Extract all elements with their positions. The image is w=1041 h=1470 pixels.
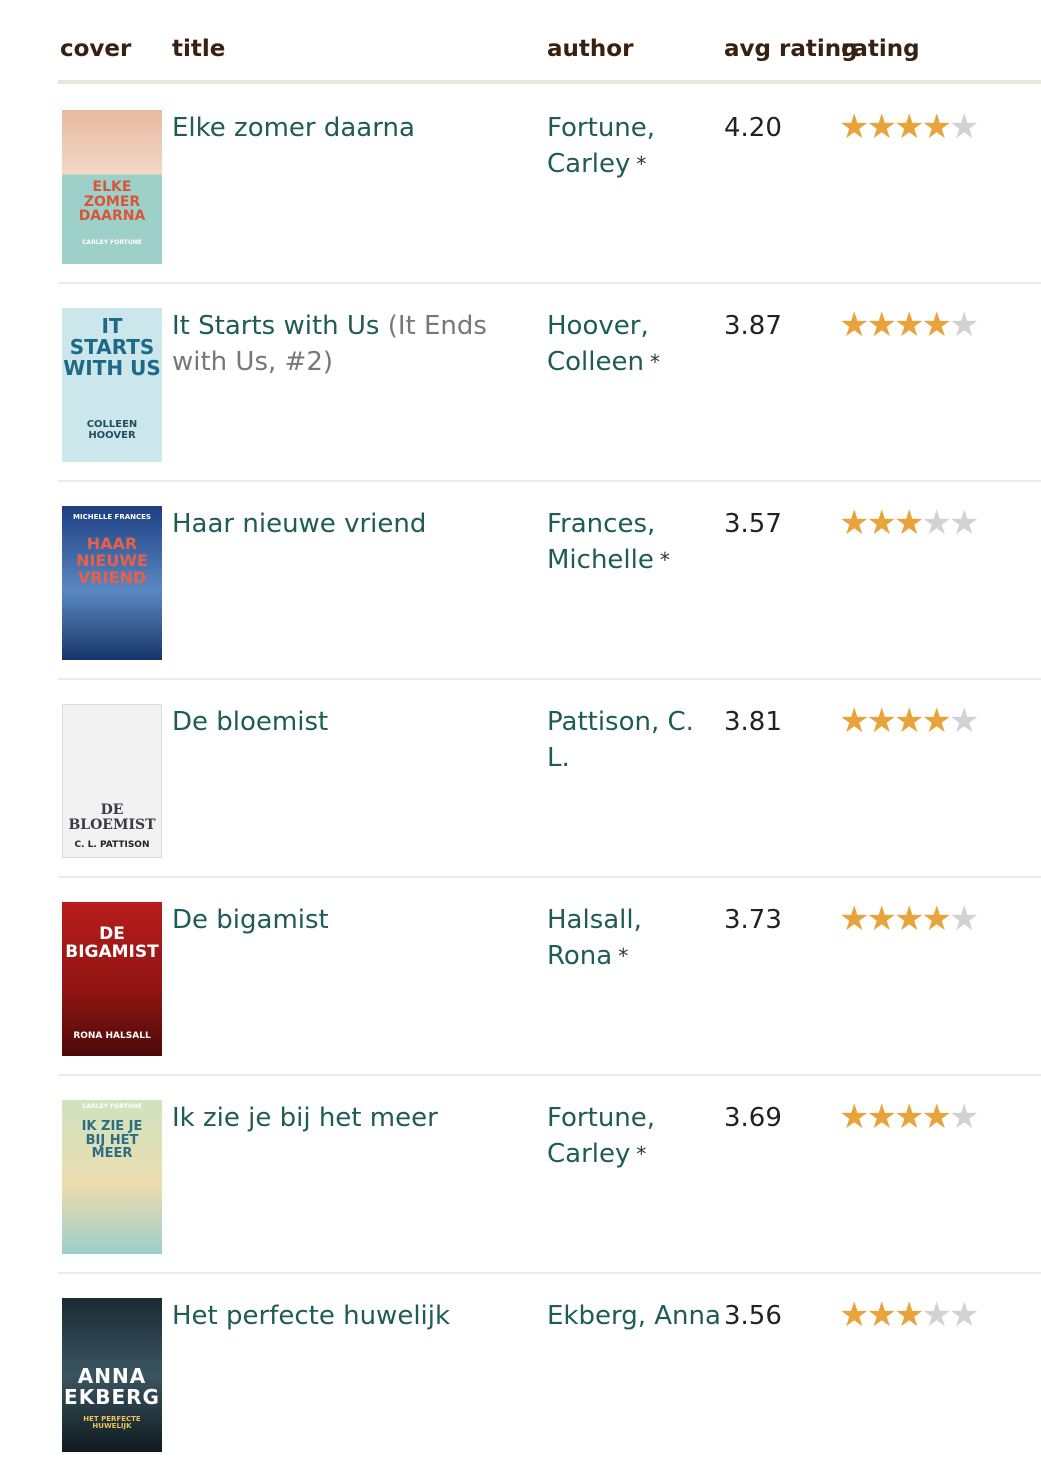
column-header-rating[interactable]: rating <box>841 36 920 62</box>
book-cover[interactable]: IK ZIE JE BIJ HET MEER CARLEY FORTUNE <box>62 1100 162 1254</box>
star-icon[interactable]: ★ <box>839 902 870 936</box>
book-title-link[interactable]: De bigamist <box>172 902 537 938</box>
avg-rating-value: 3.87 <box>724 311 782 341</box>
star-icon[interactable]: ★ <box>839 110 870 144</box>
star-icon[interactable]: ★ <box>949 1298 980 1332</box>
star-rating[interactable]: ★★★★★ <box>839 1298 980 1332</box>
star-icon[interactable]: ★ <box>949 704 980 738</box>
star-icon[interactable]: ★ <box>921 704 952 738</box>
table-row: DE BLOEMIST C. L. PATTISON De bloemist P… <box>58 678 1041 878</box>
table-row: DE BIGAMIST RONA HALSALL De bigamist Hal… <box>58 876 1041 1076</box>
column-header-author[interactable]: author <box>547 36 633 62</box>
avg-rating-value: 3.69 <box>724 1103 782 1133</box>
avg-rating-value: 3.56 <box>724 1301 782 1331</box>
table-row: HAAR NIEUWE VRIEND MICHELLE FRANCES Haar… <box>58 480 1041 680</box>
star-icon[interactable]: ★ <box>894 1298 925 1332</box>
author-link[interactable]: Fortune, Carley * <box>547 1100 722 1172</box>
book-cover[interactable]: ELKE ZOMER DAARNA CARLEY FORTUNE <box>62 110 162 264</box>
star-icon[interactable]: ★ <box>949 110 980 144</box>
star-icon[interactable]: ★ <box>921 110 952 144</box>
author-link[interactable]: Pattison, C. L. <box>547 704 722 776</box>
star-icon[interactable]: ★ <box>921 1100 952 1134</box>
star-rating[interactable]: ★★★★★ <box>839 902 980 936</box>
column-header-title[interactable]: title <box>172 36 225 62</box>
book-cover[interactable]: IT STARTS WITH US COLLEEN HOOVER <box>62 308 162 462</box>
author-link[interactable]: Ekberg, Anna <box>547 1298 722 1334</box>
book-cover[interactable]: DE BLOEMIST C. L. PATTISON <box>62 704 162 858</box>
book-title-link[interactable]: Haar nieuwe vriend <box>172 506 537 542</box>
author-link[interactable]: Frances, Michelle * <box>547 506 722 578</box>
book-cover[interactable]: ANNA EKBERG HET PERFECTE HUWELIJK <box>62 1298 162 1452</box>
star-icon[interactable]: ★ <box>894 1100 925 1134</box>
star-icon[interactable]: ★ <box>866 1298 897 1332</box>
star-icon[interactable]: ★ <box>921 506 952 540</box>
avg-rating-value: 3.81 <box>724 707 782 737</box>
star-rating[interactable]: ★★★★★ <box>839 110 980 144</box>
star-rating[interactable]: ★★★★★ <box>839 308 980 342</box>
avg-rating-value: 3.73 <box>724 905 782 935</box>
avg-rating-value: 3.57 <box>724 509 782 539</box>
star-icon[interactable]: ★ <box>866 506 897 540</box>
star-icon[interactable]: ★ <box>866 308 897 342</box>
author-link[interactable]: Fortune, Carley * <box>547 110 722 182</box>
book-title-link[interactable]: Het perfecte huwelijk <box>172 1298 537 1334</box>
author-link[interactable]: Halsall, Rona * <box>547 902 722 974</box>
star-icon[interactable]: ★ <box>894 110 925 144</box>
star-icon[interactable]: ★ <box>921 902 952 936</box>
star-icon[interactable]: ★ <box>949 308 980 342</box>
table-row: ELKE ZOMER DAARNA CARLEY FORTUNE Elke zo… <box>58 84 1041 284</box>
star-icon[interactable]: ★ <box>894 704 925 738</box>
star-rating[interactable]: ★★★★★ <box>839 1100 980 1134</box>
star-icon[interactable]: ★ <box>949 506 980 540</box>
table-row: IK ZIE JE BIJ HET MEER CARLEY FORTUNE Ik… <box>58 1074 1041 1274</box>
book-title-link[interactable]: Ik zie je bij het meer <box>172 1100 537 1136</box>
star-icon[interactable]: ★ <box>866 704 897 738</box>
star-icon[interactable]: ★ <box>894 308 925 342</box>
star-icon[interactable]: ★ <box>921 1298 952 1332</box>
star-icon[interactable]: ★ <box>894 902 925 936</box>
star-icon[interactable]: ★ <box>949 1100 980 1134</box>
avg-rating-value: 4.20 <box>724 113 782 143</box>
star-icon[interactable]: ★ <box>839 704 870 738</box>
star-icon[interactable]: ★ <box>921 308 952 342</box>
star-icon[interactable]: ★ <box>839 1298 870 1332</box>
book-cover[interactable]: DE BIGAMIST RONA HALSALL <box>62 902 162 1056</box>
star-icon[interactable]: ★ <box>866 110 897 144</box>
table-row: IT STARTS WITH US COLLEEN HOOVER It Star… <box>58 282 1041 482</box>
star-icon[interactable]: ★ <box>894 506 925 540</box>
star-icon[interactable]: ★ <box>839 308 870 342</box>
star-rating[interactable]: ★★★★★ <box>839 704 980 738</box>
star-icon[interactable]: ★ <box>949 902 980 936</box>
book-title-link[interactable]: It Starts with Us (It Ends with Us, #2) <box>172 308 537 380</box>
star-icon[interactable]: ★ <box>839 1100 870 1134</box>
star-rating[interactable]: ★★★★★ <box>839 506 980 540</box>
author-link[interactable]: Hoover, Colleen * <box>547 308 722 380</box>
table-header: cover title author avg rating rating <box>58 0 1041 84</box>
book-title-link[interactable]: De bloemist <box>172 704 537 740</box>
column-header-cover[interactable]: cover <box>60 36 131 62</box>
star-icon[interactable]: ★ <box>866 902 897 936</box>
table-row: ANNA EKBERG HET PERFECTE HUWELIJK Het pe… <box>58 1272 1041 1470</box>
star-icon[interactable]: ★ <box>866 1100 897 1134</box>
book-title-link[interactable]: Elke zomer daarna <box>172 110 537 146</box>
star-icon[interactable]: ★ <box>839 506 870 540</box>
book-cover[interactable]: HAAR NIEUWE VRIEND MICHELLE FRANCES <box>62 506 162 660</box>
column-header-avg-rating[interactable]: avg rating <box>724 36 858 62</box>
